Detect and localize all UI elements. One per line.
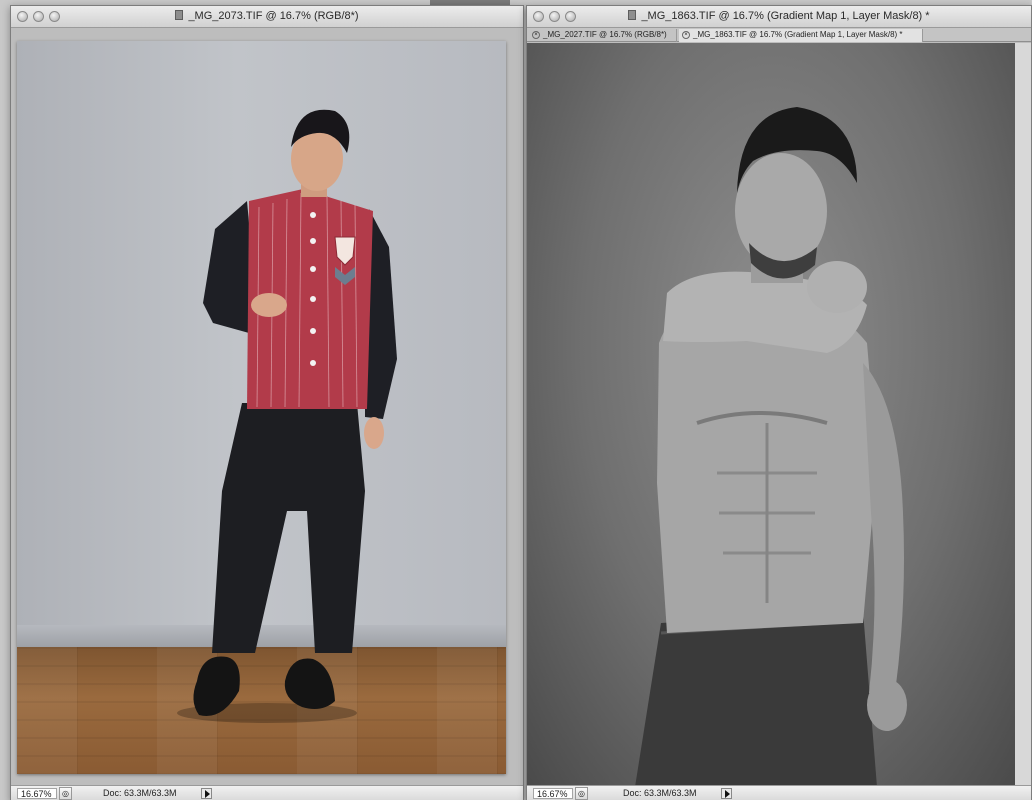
status-bar: 16.67% ◎ Doc: 63.3M/63.3M [527,785,1031,800]
titlebar[interactable]: _MG_2073.TIF @ 16.7% (RGB/8*) [11,6,523,28]
zoom-level-field[interactable]: 16.67% [533,788,573,799]
status-menu-arrow-icon[interactable] [721,788,732,799]
document-window-left[interactable]: _MG_2073.TIF @ 16.7% (RGB/8*) 16.67% ◎ D… [10,5,524,800]
status-preview-icon[interactable]: ◎ [59,787,72,800]
image-canvas[interactable] [527,43,1017,787]
document-tab-bar: × _MG_2027.TIF @ 16.7% (RGB/8*) × _MG_18… [527,28,1031,42]
document-size: Doc: 63.3M/63.3M [103,788,177,798]
titlebar[interactable]: _MG_1863.TIF @ 16.7% (Gradient Map 1, La… [527,6,1031,28]
document-window-right[interactable]: _MG_1863.TIF @ 16.7% (Gradient Map 1, La… [526,5,1032,800]
window-title: _MG_2073.TIF @ 16.7% (RGB/8*) [11,10,523,22]
document-icon[interactable] [628,10,637,20]
tab-mg-1863[interactable]: × _MG_1863.TIF @ 16.7% (Gradient Map 1, … [679,29,923,42]
tab-close-icon[interactable]: × [532,31,540,39]
document-size: Doc: 63.3M/63.3M [623,788,697,798]
tab-close-icon[interactable]: × [682,31,690,39]
tab-mg-2027[interactable]: × _MG_2027.TIF @ 16.7% (RGB/8*) [529,29,677,42]
model-photo-color [177,109,397,723]
image-canvas[interactable] [17,41,506,774]
zoom-level-field[interactable]: 16.67% [17,788,57,799]
status-menu-arrow-icon[interactable] [201,788,212,799]
document-icon[interactable] [175,10,184,20]
status-preview-icon[interactable]: ◎ [575,787,588,800]
status-bar: 16.67% ◎ Doc: 63.3M/63.3M [11,785,523,800]
model-photo-monochrome [635,107,907,787]
vertical-scroll-area[interactable] [1015,43,1031,787]
window-title: _MG_1863.TIF @ 16.7% (Gradient Map 1, La… [527,10,1031,22]
